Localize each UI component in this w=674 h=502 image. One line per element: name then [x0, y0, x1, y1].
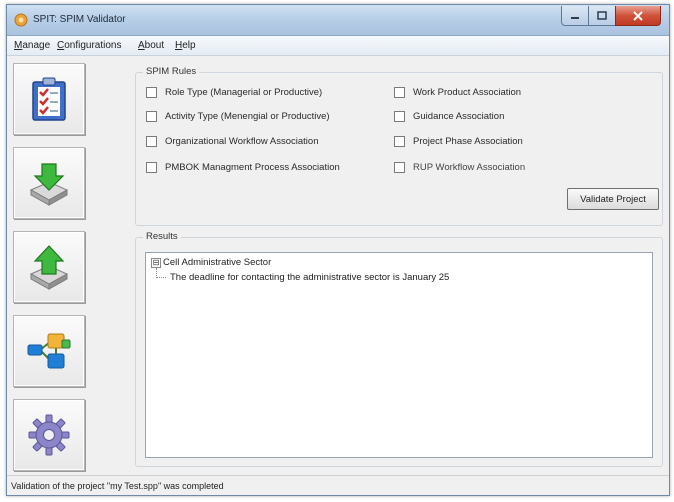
tree-connector-horizontal [156, 277, 166, 278]
rule-project-phase-checkbox[interactable] [394, 136, 405, 147]
status-bar: Validation of the project "my Test.spp" … [7, 475, 669, 495]
export-upload-icon [29, 245, 69, 290]
maximize-button[interactable] [588, 6, 615, 26]
close-icon [633, 10, 643, 21]
minimize-button[interactable] [561, 6, 588, 26]
gear-settings-icon [28, 414, 70, 456]
rule-role-type-checkbox[interactable] [146, 87, 157, 98]
title-bar: SPIT: SPIM Validator [7, 5, 669, 36]
rule-organizational-workflow[interactable]: Organizational Workflow Association [146, 136, 318, 147]
settings-button[interactable] [13, 399, 85, 471]
results-tree[interactable]: ⊟ Cell Administrative Sector The deadlin… [145, 252, 653, 458]
window-title: SPIT: SPIM Validator [33, 14, 126, 25]
results-group: Results ⊟ Cell Administrative Sector The… [135, 231, 663, 467]
rule-role-type-label: Role Type (Managerial or Productive) [165, 87, 323, 98]
rule-pmbok-process[interactable]: PMBOK Managment Process Association [146, 162, 340, 173]
validate-project-button[interactable]: Validate Project [567, 188, 659, 210]
menu-manage[interactable]: Manage [14, 40, 50, 51]
rule-organizational-workflow-checkbox[interactable] [146, 136, 157, 147]
minimize-icon [571, 16, 579, 19]
checklist-icon [32, 77, 66, 121]
import-button[interactable] [13, 147, 85, 219]
spim-rules-label: SPIM Rules [143, 66, 200, 77]
rule-rup-workflow-label: RUP Workflow Association [413, 162, 526, 173]
menu-help[interactable]: Help [175, 40, 196, 51]
rule-work-product[interactable]: Work Product Association [394, 87, 521, 98]
status-text: Validation of the project "my Test.spp" … [11, 481, 224, 491]
rule-rup-workflow[interactable]: RUP Workflow Association [394, 162, 525, 173]
rule-pmbok-process-label: PMBOK Managment Process Association [165, 162, 340, 173]
tree-node-child[interactable]: The deadline for contacting the administ… [170, 272, 449, 283]
rule-guidance-checkbox[interactable] [394, 111, 405, 122]
results-label: Results [143, 231, 181, 242]
rule-rup-workflow-checkbox[interactable] [394, 162, 405, 173]
app-icon [14, 13, 28, 27]
workflow-button[interactable] [13, 315, 85, 387]
rule-guidance[interactable]: Guidance Association [394, 111, 504, 122]
tree-node-root[interactable]: Cell Administrative Sector [163, 257, 271, 268]
rule-guidance-label: Guidance Association [413, 111, 505, 122]
rule-work-product-label: Work Product Association [413, 87, 522, 98]
rule-role-type[interactable]: Role Type (Managerial or Productive) [146, 87, 322, 98]
rule-organizational-workflow-label: Organizational Workflow Association [165, 136, 319, 147]
tool-sidebar [13, 63, 85, 471]
close-button[interactable] [615, 6, 661, 26]
rule-pmbok-process-checkbox[interactable] [146, 162, 157, 173]
checklist-button[interactable] [13, 63, 85, 135]
maximize-icon [597, 11, 607, 20]
rule-project-phase-label: Project Phase Association [413, 136, 523, 147]
main-window: SPIT: SPIM Validator Manage Configuratio… [6, 4, 670, 496]
menu-configurations[interactable]: Configurations [57, 40, 122, 51]
rule-activity-type-label: Activity Type (Menengial or Productive) [165, 111, 330, 122]
collapse-toggle-icon[interactable]: ⊟ [151, 258, 161, 268]
menu-bar: Manage Configurations About Help [7, 36, 669, 56]
import-download-icon [29, 163, 69, 206]
rule-activity-type-checkbox[interactable] [146, 111, 157, 122]
rule-project-phase[interactable]: Project Phase Association [394, 136, 523, 147]
rule-work-product-checkbox[interactable] [394, 87, 405, 98]
export-button[interactable] [13, 231, 85, 303]
menu-about[interactable]: About [138, 40, 164, 51]
caption-buttons [561, 6, 661, 26]
rule-activity-type[interactable]: Activity Type (Menengial or Productive) [146, 111, 330, 122]
workflow-network-icon [27, 333, 71, 369]
